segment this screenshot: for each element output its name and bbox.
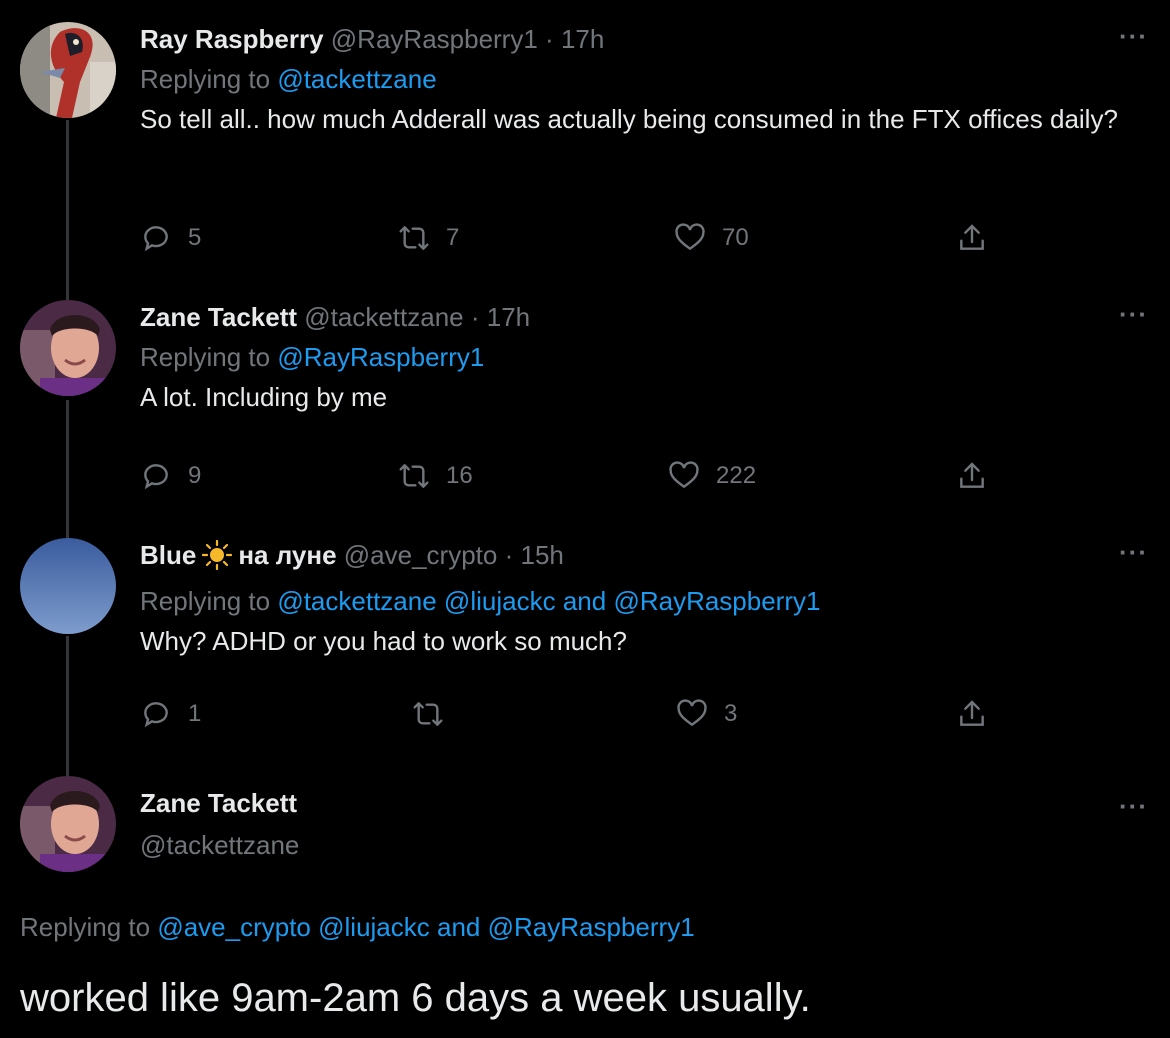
timestamp[interactable]: 15h: [520, 540, 563, 570]
retweet-button[interactable]: [412, 694, 460, 734]
tweet[interactable]: Blue на луне @ave_crypto · 15h Replying t…: [0, 538, 1170, 768]
share-icon: [960, 700, 984, 726]
author-name-suffix[interactable]: на луне: [238, 540, 336, 570]
like-icon: [675, 223, 705, 251]
retweet-count: 7: [446, 224, 460, 251]
reply-button[interactable]: 9: [140, 456, 201, 496]
separator-dot: ·: [504, 540, 514, 570]
replying-to-label: Replying to: [140, 64, 271, 94]
tweet-text: A lot. Including by me: [140, 382, 388, 412]
sun-emoji: [202, 539, 233, 578]
avatar-image: [20, 22, 116, 118]
more-icon[interactable]: ···: [1119, 539, 1148, 565]
author-name[interactable]: Zane Tackett: [140, 302, 297, 332]
like-icon: [677, 699, 707, 727]
reply-icon: [144, 226, 168, 252]
author-name[interactable]: Zane Tackett: [140, 786, 299, 820]
replying-to: Replying to @tackettzane @liujackc and @…: [140, 584, 1130, 618]
like-count: 222: [716, 462, 757, 489]
timestamp[interactable]: 17h: [487, 302, 530, 332]
more-icon[interactable]: ···: [1119, 793, 1148, 819]
mention-link[interactable]: @tackettzane: [277, 586, 436, 616]
avatar-image: [20, 776, 116, 872]
author-name[interactable]: Ray Raspberry: [140, 24, 324, 54]
mention-link[interactable]: @liujackc: [318, 912, 430, 942]
more-icon[interactable]: ···: [1119, 301, 1148, 327]
tweet-actions: 5 7 70: [140, 218, 1000, 258]
author-handle[interactable]: @tackettzane: [304, 302, 463, 332]
reply-count: 1: [188, 700, 202, 727]
like-count: 70: [722, 224, 749, 251]
retweet-icon: [413, 702, 443, 726]
avatar[interactable]: [20, 538, 116, 634]
reply-icon: [144, 702, 168, 728]
reply-button[interactable]: 1: [140, 694, 201, 734]
tweet-actions: 9 16 222: [140, 456, 1000, 496]
separator-dot: ·: [545, 24, 554, 54]
avatar[interactable]: [20, 776, 116, 872]
share-button[interactable]: [956, 694, 988, 734]
like-icon: [669, 461, 699, 489]
tweet-text: Why? ADHD or you had to work so much?: [140, 626, 627, 656]
avatar[interactable]: [20, 22, 116, 118]
tweet-header: Ray Raspberry @RayRaspberry1 · 17h: [140, 22, 1130, 56]
author-handle[interactable]: @RayRaspberry1: [331, 24, 538, 54]
mention-link[interactable]: @RayRaspberry1: [488, 912, 695, 942]
like-button[interactable]: 222: [668, 456, 756, 496]
retweet-count: 16: [446, 462, 473, 489]
retweet-icon: [399, 464, 429, 488]
replying-to-label: Replying to: [20, 912, 151, 942]
author-name[interactable]: Blue: [140, 540, 196, 570]
reply-icon: [144, 464, 168, 490]
replying-to-label: Replying to: [140, 586, 271, 616]
avatar-image: [20, 300, 116, 396]
tweet[interactable]: Ray Raspberry @RayRaspberry1 · 17h Reply…: [0, 22, 1170, 292]
replying-to: Replying to @RayRaspberry1: [140, 340, 1130, 374]
avatar-image: [20, 538, 116, 634]
avatar[interactable]: [20, 300, 116, 396]
share-button[interactable]: [956, 218, 988, 258]
retweet-icon: [399, 226, 429, 250]
tweet[interactable]: Zane Tackett @tackettzane · 17h Replying…: [0, 300, 1170, 530]
mention-link[interactable]: @tackettzane: [277, 64, 436, 94]
replying-to: Replying to @ave_crypto @liujackc and @R…: [20, 910, 695, 944]
tweet-header: Blue на луне @ave_crypto · 15h: [140, 538, 1130, 578]
like-button[interactable]: 3: [676, 694, 737, 734]
share-button[interactable]: [956, 456, 988, 496]
tweet-text: So tell all.. how much Adderall was actu…: [140, 104, 1118, 134]
retweet-button[interactable]: 7: [398, 218, 459, 258]
main-tweet-text: worked like 9am-2am 6 days a week usuall…: [20, 976, 811, 1020]
mention-link[interactable]: @RayRaspberry1: [613, 586, 820, 616]
mention-link[interactable]: @liujackc: [444, 586, 556, 616]
reply-button[interactable]: 5: [140, 218, 201, 258]
tweet-actions: 1 3: [140, 694, 1000, 734]
main-tweet: Zane Tackett @tackettzane ··· Replying t…: [0, 776, 1170, 1038]
replying-to-label: Replying to: [140, 342, 271, 372]
retweet-button[interactable]: 16: [398, 456, 473, 496]
like-count: 3: [724, 700, 738, 727]
mention-conjunction[interactable]: and: [563, 586, 606, 616]
replying-to: Replying to @tackettzane: [140, 62, 1130, 96]
tweet-header: Zane Tackett @tackettzane · 17h: [140, 300, 1130, 334]
author-handle[interactable]: @ave_crypto: [344, 540, 498, 570]
mention-link[interactable]: @ave_crypto: [157, 912, 311, 942]
timestamp[interactable]: 17h: [561, 24, 604, 54]
share-icon: [960, 462, 984, 488]
mention-link[interactable]: @RayRaspberry1: [277, 342, 484, 372]
author-handle[interactable]: @tackettzane: [140, 828, 299, 862]
reply-count: 9: [188, 462, 202, 489]
like-button[interactable]: 70: [674, 218, 749, 258]
mention-conjunction[interactable]: and: [437, 912, 480, 942]
share-icon: [960, 224, 984, 250]
separator-dot: ·: [470, 302, 480, 332]
more-icon[interactable]: ···: [1119, 23, 1148, 49]
reply-count: 5: [188, 224, 202, 251]
